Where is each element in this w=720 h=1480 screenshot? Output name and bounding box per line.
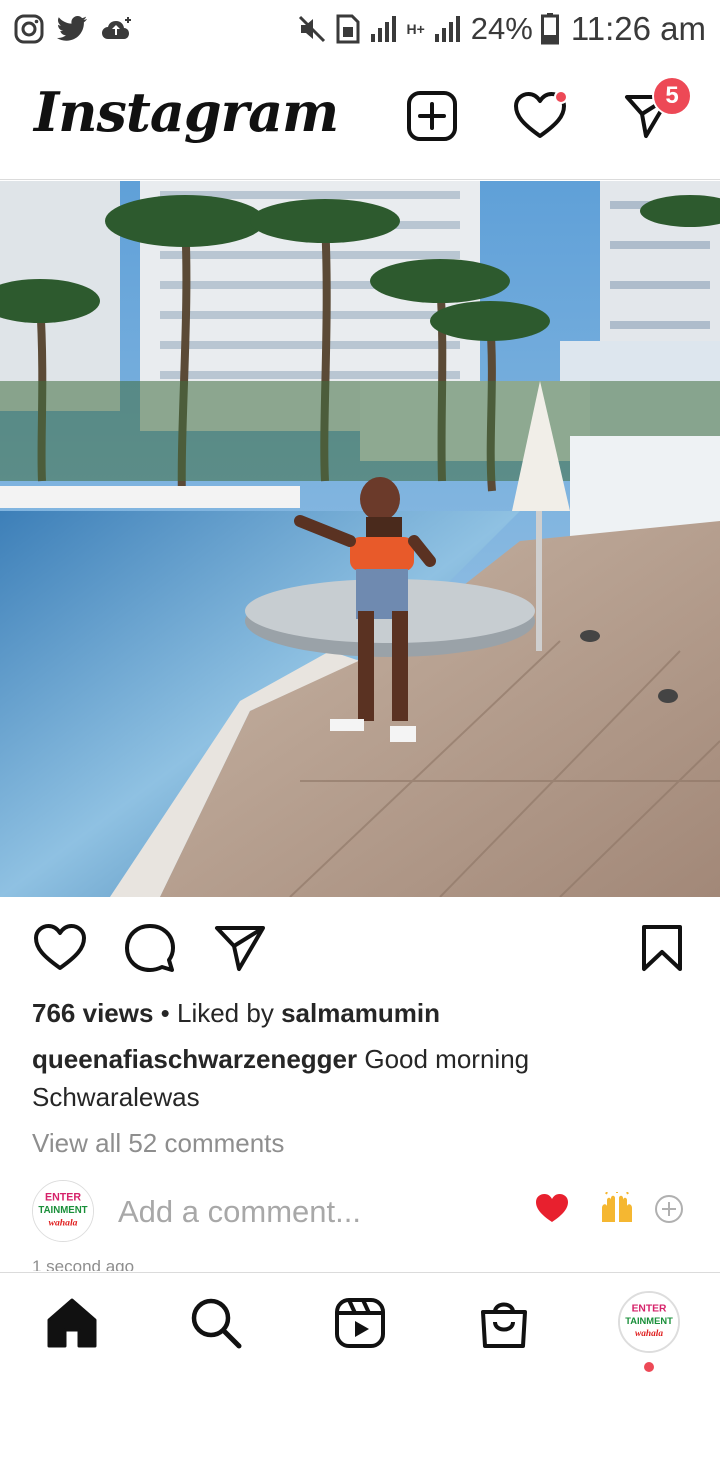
new-post-button[interactable] (404, 88, 460, 144)
post-author[interactable]: queenafiaschwarzenegger (32, 1044, 357, 1074)
svg-text:ENTER: ENTER (45, 1191, 81, 1203)
instagram-icon (14, 14, 44, 44)
status-bar: H+ 24% 11:26 am (0, 0, 720, 58)
raised-hands-icon (602, 1191, 632, 1222)
signal-icon (433, 14, 463, 44)
svg-text:wahala: wahala (49, 1218, 78, 1229)
view-count[interactable]: 766 views (32, 998, 153, 1028)
activity-notification-dot (554, 90, 568, 104)
svg-text:ENTER: ENTER (632, 1304, 667, 1315)
nav-home-button[interactable] (42, 1293, 102, 1353)
views-and-likes: 766 views • Liked by salmamumin (32, 998, 440, 1029)
direct-messages-button[interactable]: 5 (620, 76, 692, 144)
add-reaction-button[interactable] (654, 1194, 684, 1229)
shopping-bag-icon (481, 1302, 527, 1348)
svg-text:TAINMENT: TAINMENT (38, 1205, 87, 1216)
avatar[interactable]: ENTER TAINMENT wahala (32, 1180, 94, 1242)
view-all-comments-link[interactable]: View all 52 comments (32, 1128, 284, 1159)
speech-bubble-icon (125, 924, 175, 972)
comment-input[interactable]: Add a comment... (118, 1194, 361, 1230)
activity-button[interactable] (512, 88, 568, 144)
post-caption: queenafiaschwarzenegger Good morning Sch… (32, 1040, 672, 1116)
post-actions (0, 918, 720, 982)
instagram-logo[interactable]: Instagram (34, 80, 339, 144)
comment-button[interactable] (120, 918, 180, 978)
quick-reaction-raised-hands[interactable] (598, 1191, 636, 1231)
app-header: Instagram 5 (0, 58, 720, 180)
post-image[interactable] (0, 181, 720, 897)
signal-icon (369, 14, 399, 44)
liked-by-prefix: • Liked by (153, 998, 282, 1028)
clock-time: 11:26 am (570, 10, 706, 47)
entertainment-wahala-logo: ENTER TAINMENT wahala (620, 1293, 678, 1351)
svg-text:wahala: wahala (635, 1329, 663, 1339)
home-icon (47, 1298, 97, 1348)
post-timestamp: 1 second ago (32, 1257, 135, 1271)
like-button[interactable] (30, 918, 90, 978)
entertainment-wahala-logo: ENTER TAINMENT wahala (33, 1181, 93, 1241)
red-heart-icon (536, 1194, 568, 1222)
liked-by-user[interactable]: salmamumin (281, 998, 440, 1028)
nav-profile-button[interactable]: ENTER TAINMENT wahala (618, 1291, 680, 1353)
plus-square-icon (407, 91, 457, 141)
share-button[interactable] (210, 918, 270, 978)
mute-icon (297, 14, 327, 44)
bookmark-icon (642, 925, 682, 971)
cloud-upload-icon (100, 15, 134, 43)
network-type-label: H+ (406, 21, 425, 37)
twitter-icon (56, 15, 88, 43)
heart-icon (34, 924, 86, 970)
battery-icon (540, 13, 559, 45)
quick-reaction-heart[interactable] (534, 1192, 570, 1229)
search-icon (191, 1298, 242, 1349)
save-button[interactable] (632, 918, 692, 978)
paper-plane-icon (215, 926, 265, 971)
plus-circle-icon (655, 1195, 683, 1223)
bottom-navigation: ENTER TAINMENT wahala (0, 1272, 720, 1382)
reels-icon (335, 1298, 385, 1348)
add-comment-row: ENTER TAINMENT wahala Add a comment... (0, 1180, 720, 1244)
sim-icon (335, 14, 361, 44)
nav-search-button[interactable] (186, 1293, 246, 1353)
direct-unread-badge: 5 (652, 76, 692, 116)
battery-percent: 24% (470, 11, 533, 46)
nav-reels-button[interactable] (330, 1293, 390, 1353)
profile-notification-dot (644, 1362, 654, 1372)
resort-pool-photo (0, 181, 720, 897)
svg-text:TAINMENT: TAINMENT (625, 1316, 673, 1326)
nav-shop-button[interactable] (474, 1293, 534, 1353)
